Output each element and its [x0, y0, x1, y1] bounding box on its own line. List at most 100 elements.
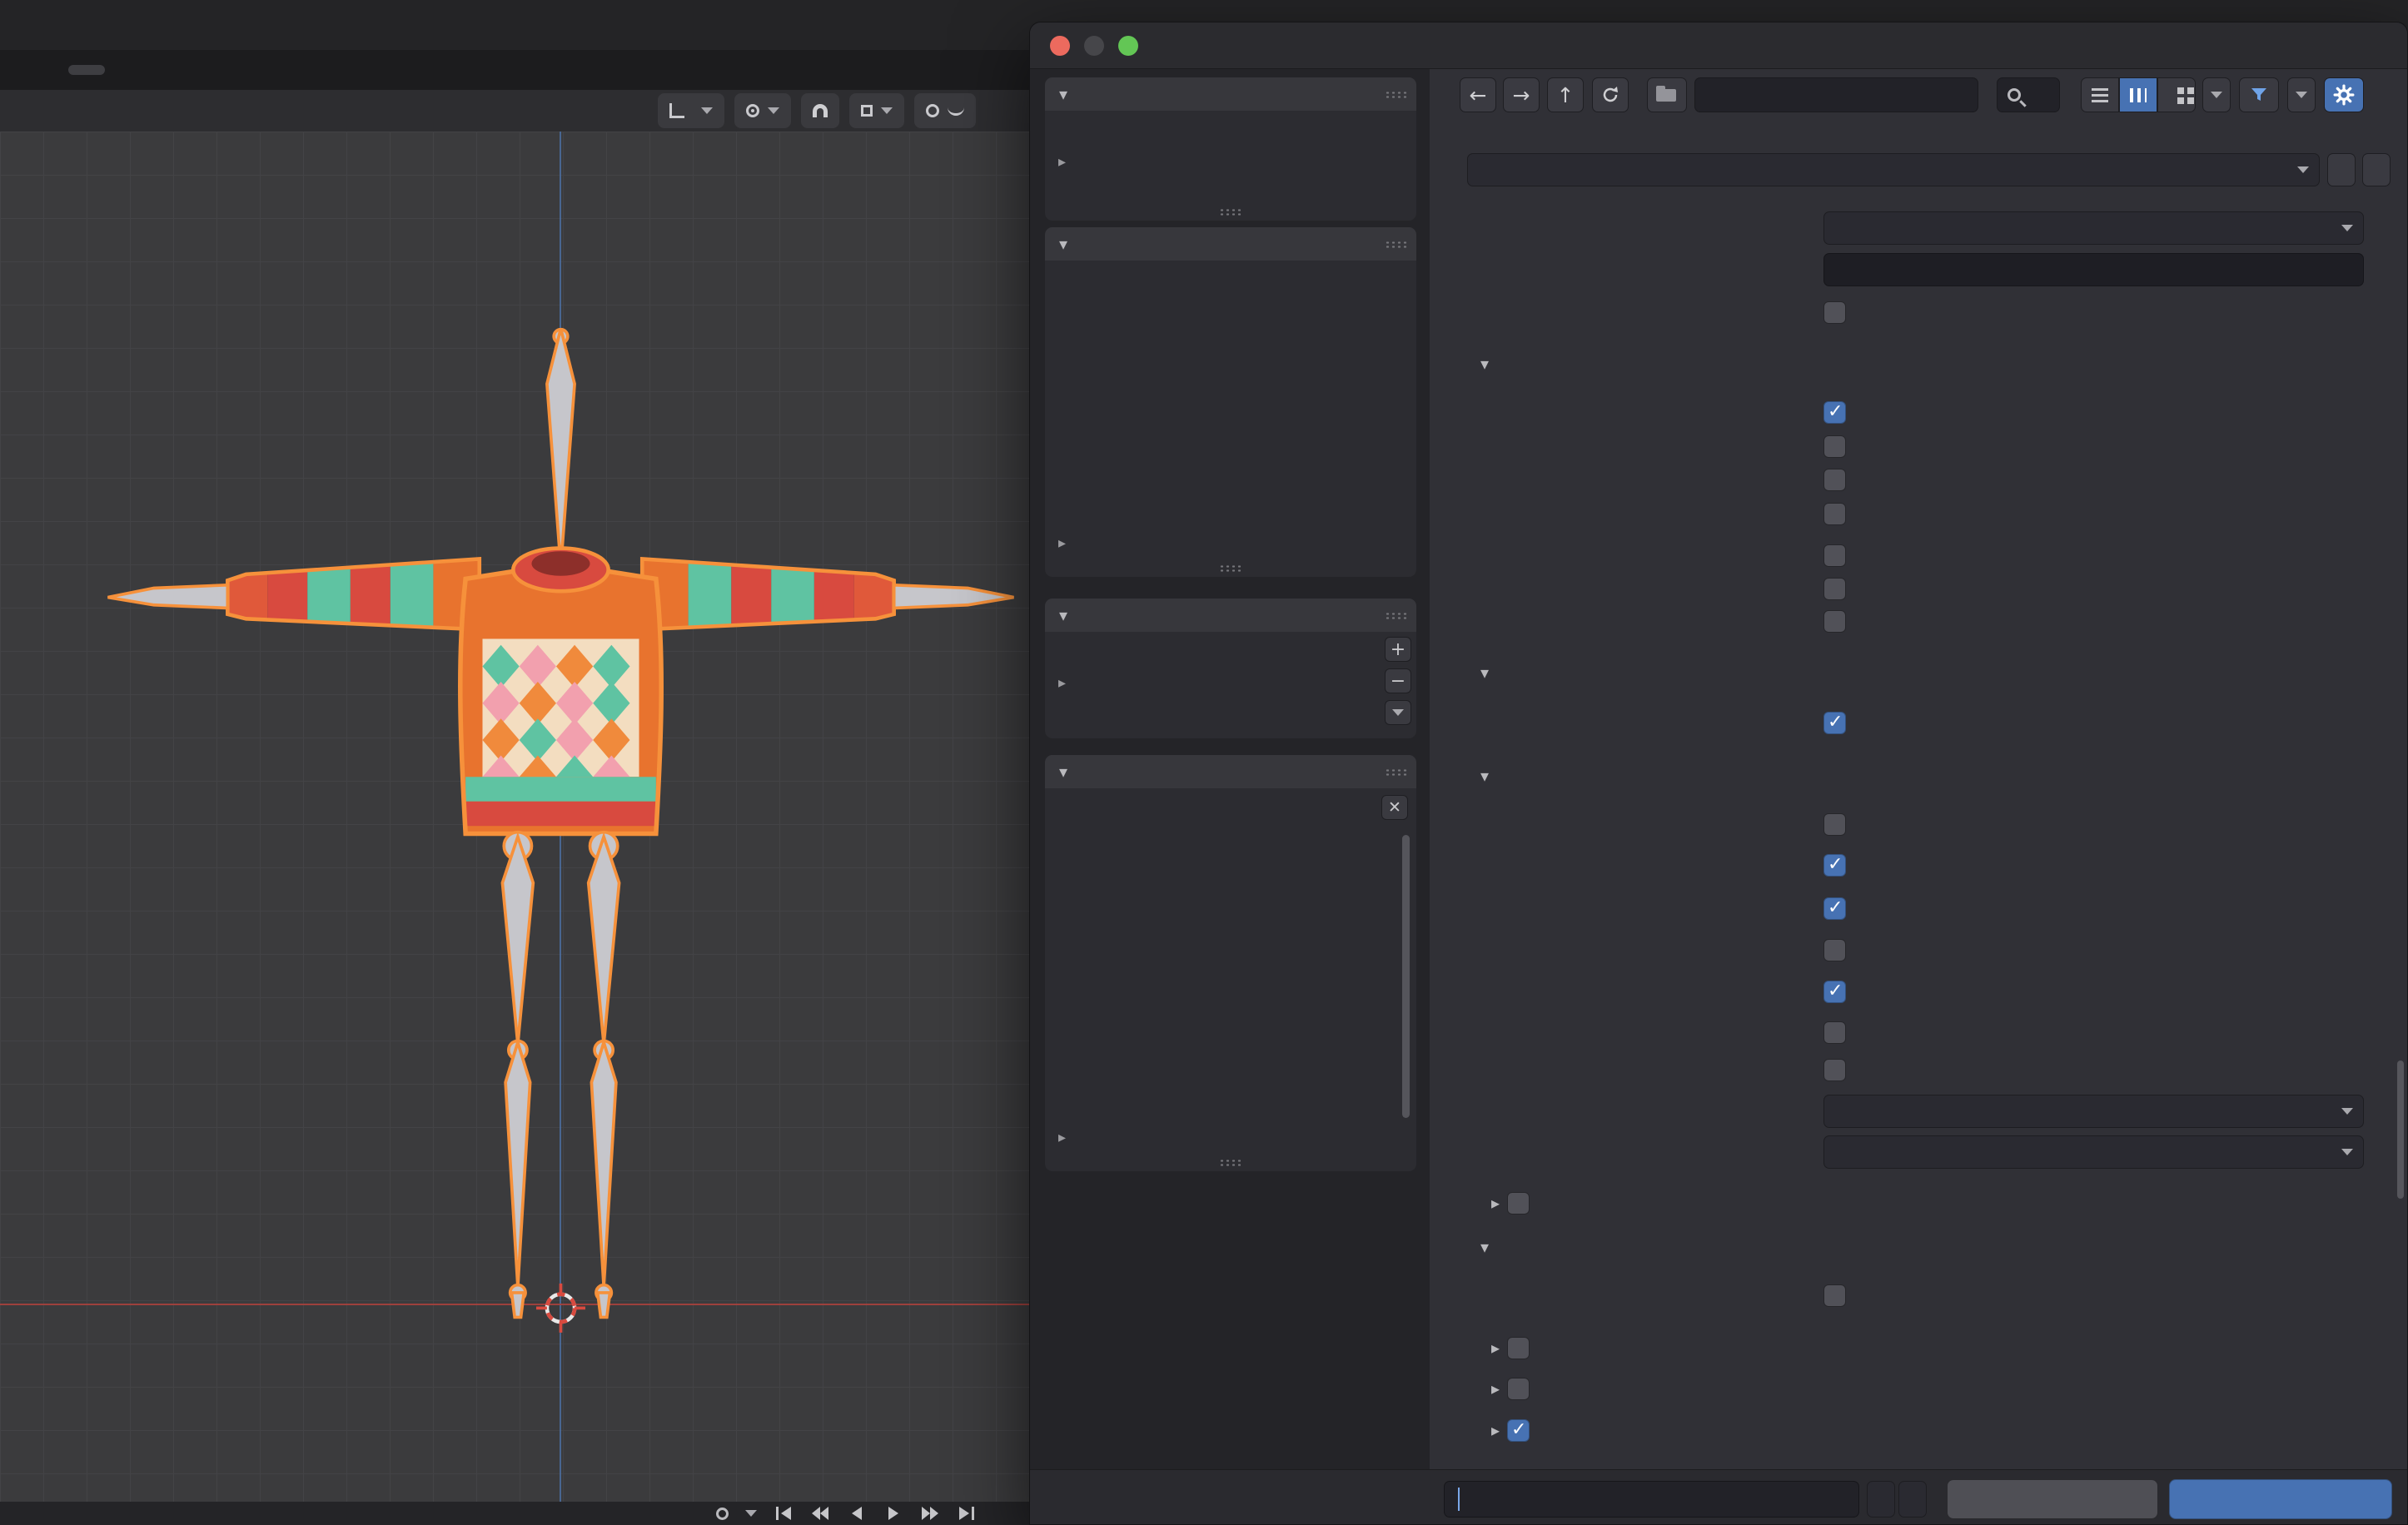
settings-button[interactable]: [2324, 77, 2364, 112]
add-bookmark-button[interactable]: +: [1385, 637, 1411, 662]
operator-presets-select[interactable]: [1467, 153, 2320, 186]
sidebar-item-shared-drives[interactable]: [1045, 266, 1416, 299]
checkbox-loose-points[interactable]: [1823, 1058, 1846, 1081]
panel-grip[interactable]: [1385, 612, 1408, 619]
tab-rendering[interactable]: [383, 65, 420, 75]
checkbox-selected-objects[interactable]: [1823, 400, 1846, 424]
search-input[interactable]: [1997, 77, 2060, 112]
bookmark-options-button[interactable]: [1385, 700, 1411, 725]
jump-to-end-button[interactable]: [957, 1503, 977, 1523]
checkbox-use-current-frame[interactable]: [1823, 1284, 1846, 1307]
checkbox-uvs[interactable]: [1823, 853, 1846, 877]
sidebar-item-documents[interactable]: [1045, 365, 1416, 399]
section-transform[interactable]: [1430, 655, 2407, 690]
back-button[interactable]: ←: [1460, 77, 1496, 112]
checkbox-y-up[interactable]: [1823, 711, 1846, 734]
refresh-button[interactable]: [1592, 77, 1629, 112]
next-keyframe-button[interactable]: [920, 1503, 940, 1523]
new-directory-button[interactable]: [1647, 77, 1687, 112]
tab-uv-editing[interactable]: [203, 65, 240, 75]
section-geometry[interactable]: [1430, 758, 2407, 793]
expand-arrow[interactable]: [1045, 1126, 1416, 1148]
prev-keyframe-button[interactable]: [810, 1503, 830, 1523]
filename-decrement-button[interactable]: [1867, 1481, 1895, 1518]
sidebar-item-macintosh-hd[interactable]: [1045, 117, 1416, 151]
recent-scrollbar[interactable]: [1402, 835, 1410, 1118]
recent-item[interactable]: [1045, 1026, 1400, 1060]
sidebar-item-dropbox[interactable]: [1045, 299, 1416, 332]
recent-item[interactable]: [1045, 1060, 1400, 1093]
volumes-header[interactable]: [1045, 77, 1416, 111]
play-button[interactable]: [883, 1503, 903, 1523]
checkbox-loose-edges[interactable]: [1823, 1021, 1846, 1044]
snap-settings-select[interactable]: [849, 93, 904, 128]
minimize-button[interactable]: [1084, 36, 1104, 56]
format-select[interactable]: [1823, 211, 2364, 245]
section-animation[interactable]: [1430, 1229, 2407, 1264]
recent-header[interactable]: [1045, 755, 1416, 788]
display-settings-dropdown[interactable]: [2202, 77, 2231, 112]
tab-modeling[interactable]: [113, 65, 150, 75]
close-button[interactable]: [1050, 36, 1070, 56]
filename-increment-button[interactable]: [1898, 1481, 1927, 1518]
pivot-point-select[interactable]: [734, 93, 791, 128]
jump-to-start-button[interactable]: [774, 1503, 794, 1523]
snap-toggle[interactable]: [801, 93, 839, 128]
subsection-shape-keys[interactable]: [1430, 1372, 2407, 1405]
thumbnail-button[interactable]: [2157, 77, 2196, 112]
filter-toggle-button[interactable]: [2239, 77, 2279, 112]
subsection-compression[interactable]: [1430, 1186, 2407, 1220]
tab-layout[interactable]: [68, 65, 105, 75]
path-input[interactable]: [1694, 77, 1978, 112]
sidebar-item-creative-cloud-files[interactable]: [1045, 499, 1416, 532]
recent-item[interactable]: [1045, 1093, 1400, 1126]
checkbox-punctual-lights[interactable]: [1823, 609, 1846, 633]
auto-key-record-icon[interactable]: [716, 1507, 729, 1520]
forward-button[interactable]: →: [1503, 77, 1540, 112]
checkbox-cameras[interactable]: [1823, 577, 1846, 600]
add-preset-button[interactable]: [2327, 153, 2356, 186]
transform-orientation-select[interactable]: [658, 93, 724, 128]
panel-grip[interactable]: [1219, 208, 1242, 216]
vertical-list-button[interactable]: [2081, 77, 2119, 112]
sidebar-item-mvfw-2023[interactable]: [1045, 432, 1416, 465]
menu-add[interactable]: [27, 107, 53, 114]
checkbox-renderable-objects[interactable]: [1823, 468, 1846, 491]
panel-grip[interactable]: [1385, 91, 1408, 98]
checkbox-animation[interactable]: [1507, 1336, 1530, 1359]
clear-recent-button[interactable]: ✕: [1381, 795, 1408, 820]
panel-grip[interactable]: [1385, 768, 1408, 776]
system-header[interactable]: [1045, 227, 1416, 261]
images-select[interactable]: [1823, 1135, 2364, 1169]
subsection-animation[interactable]: [1430, 1331, 2407, 1364]
sidebar-item-downloads[interactable]: [1045, 332, 1416, 365]
zoom-button[interactable]: [1118, 36, 1138, 56]
recent-item[interactable]: [1045, 960, 1400, 993]
tab-animation[interactable]: [338, 65, 375, 75]
dialog-titlebar[interactable]: [1030, 22, 2407, 69]
chevron-down-icon[interactable]: [745, 1510, 757, 1517]
remove-bookmark-button[interactable]: −: [1385, 668, 1411, 693]
bookmarks-header[interactable]: [1045, 599, 1416, 632]
expand-arrow[interactable]: [1045, 532, 1416, 554]
sidebar-item-desktop[interactable]: [1045, 399, 1416, 432]
recent-item[interactable]: [1045, 926, 1400, 960]
panel-grip[interactable]: [1385, 241, 1408, 248]
panel-grip[interactable]: [1219, 564, 1242, 572]
tab-sculpting[interactable]: [158, 65, 195, 75]
filter-settings-dropdown[interactable]: [2287, 77, 2316, 112]
menu-help[interactable]: [5, 67, 22, 73]
parent-directory-button[interactable]: ↑: [1547, 77, 1584, 112]
copyright-input[interactable]: [1823, 253, 2364, 286]
subsection-skinning[interactable]: [1430, 1413, 2407, 1447]
checkbox-tangents[interactable]: [1823, 938, 1846, 961]
checkbox-custom-properties[interactable]: [1823, 544, 1846, 567]
checkbox-compression[interactable]: [1507, 1191, 1530, 1215]
menu-object[interactable]: [53, 107, 80, 114]
filename-input[interactable]: [1444, 1481, 1859, 1518]
checkbox-skinning[interactable]: [1507, 1418, 1530, 1442]
proportional-editing-toggle[interactable]: [914, 93, 976, 128]
menu-select[interactable]: [0, 107, 27, 114]
sidebar-item-google-drive[interactable]: [1045, 638, 1416, 672]
checkbox-active-collection[interactable]: [1823, 502, 1846, 525]
